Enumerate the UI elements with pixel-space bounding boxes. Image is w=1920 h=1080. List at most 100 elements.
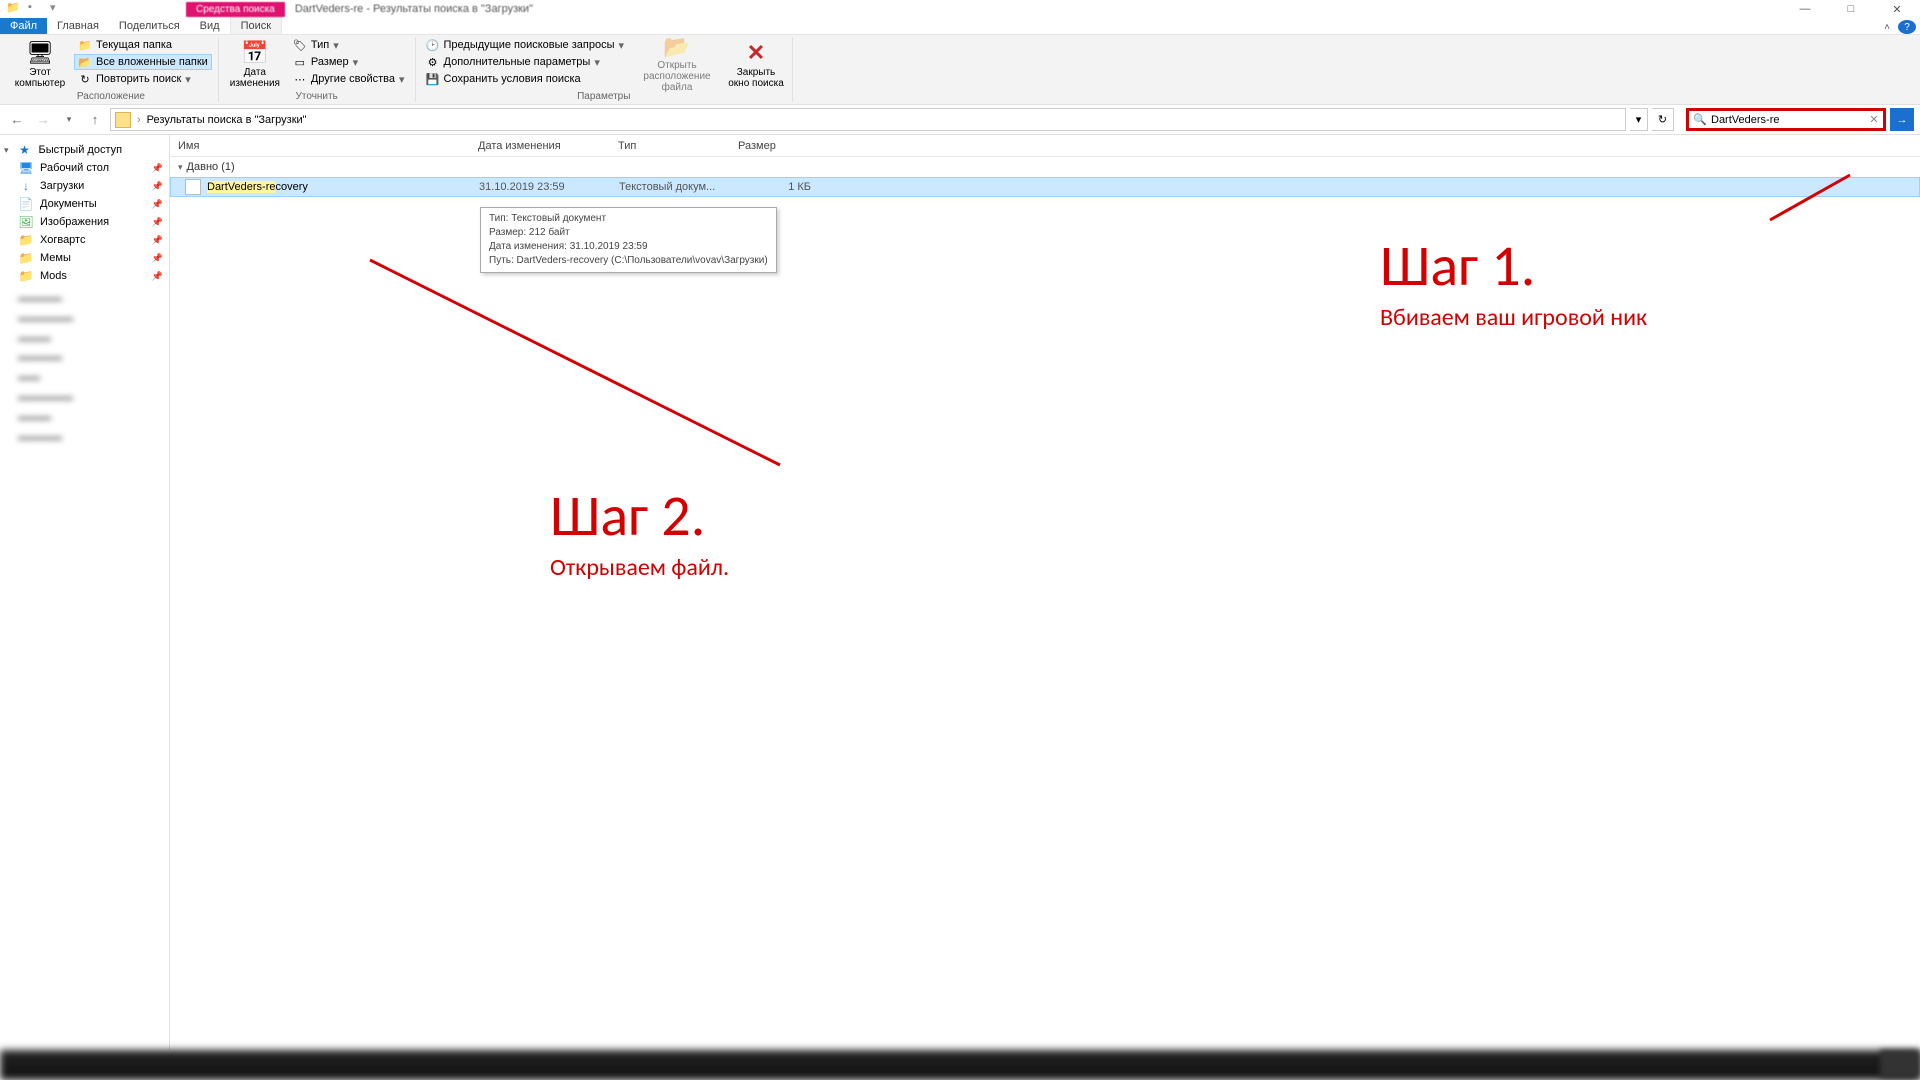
- recent-locations-button[interactable]: ▾: [58, 109, 80, 131]
- search-again-button[interactable]: ↻Повторить поиск ▾: [74, 71, 212, 87]
- close-search-button[interactable]: ✕ Закрыть окно поиска: [726, 37, 786, 91]
- sidebar-item[interactable]: 📁Mods📌: [0, 267, 169, 285]
- size-icon: ▭: [293, 55, 307, 69]
- current-folder-button[interactable]: 📁Текущая папка: [74, 37, 212, 53]
- tab-file[interactable]: Файл: [0, 18, 47, 34]
- sidebar-quick-access[interactable]: ★ Быстрый доступ: [0, 141, 169, 159]
- save-search-button[interactable]: 💾Сохранить условия поиска: [422, 71, 629, 87]
- folder-icon: 🖼: [18, 215, 34, 229]
- folders-icon: 📂: [78, 55, 92, 69]
- refresh-icon: ↻: [78, 72, 92, 86]
- folder-icon: 📁: [18, 251, 34, 265]
- file-name: DartVeders-recovery: [207, 181, 479, 193]
- up-button[interactable]: ↑: [84, 109, 106, 131]
- minimize-button[interactable]: —: [1782, 0, 1828, 18]
- tag-icon: 🏷: [293, 38, 307, 52]
- pin-icon: 📌: [152, 217, 163, 228]
- close-button[interactable]: ✕: [1874, 0, 1920, 18]
- date-modified-button[interactable]: 📅 Дата изменения: [225, 37, 285, 91]
- file-size: 1 КБ: [739, 181, 819, 193]
- quick-access-toolbar: 📁 ▪ ▾: [0, 1, 66, 17]
- maximize-button[interactable]: □: [1828, 0, 1874, 18]
- column-headers: Имя Дата изменения Тип Размер: [170, 135, 1920, 157]
- pin-icon: 📌: [152, 253, 163, 264]
- pin-icon: 📌: [152, 181, 163, 192]
- main-content: ★ Быстрый доступ 🖥Рабочий стол📌↓Загрузки…: [0, 135, 1920, 1050]
- folder-icon: 📁: [18, 269, 34, 283]
- folder-icon: [115, 112, 131, 128]
- search-box: 🔍 ✕: [1686, 108, 1886, 131]
- forward-button[interactable]: →: [32, 109, 54, 131]
- ribbon-collapse-icon[interactable]: ˄: [1878, 20, 1896, 34]
- advanced-options-button[interactable]: ⚙Дополнительные параметры ▾: [422, 54, 629, 70]
- refresh-button[interactable]: ↻: [1652, 108, 1674, 131]
- col-name[interactable]: Имя: [170, 140, 470, 152]
- back-button[interactable]: ←: [6, 109, 28, 131]
- file-date: 31.10.2019 23:59: [479, 181, 619, 193]
- file-list-area: Имя Дата изменения Тип Размер Давно (1) …: [170, 135, 1920, 1050]
- calendar-icon: 📅: [239, 39, 271, 67]
- window-title: DartVeders-re - Результаты поиска в "Заг…: [295, 3, 533, 15]
- tab-share[interactable]: Поделиться: [109, 18, 190, 34]
- file-row[interactable]: DartVeders-recovery 31.10.2019 23:59 Тек…: [170, 177, 1920, 197]
- folder-icon: 📄: [18, 197, 34, 211]
- sidebar-item[interactable]: ↓Загрузки📌: [0, 177, 169, 195]
- type-filter-button[interactable]: 🏷Тип ▾: [289, 37, 409, 53]
- sidebar-item[interactable]: 📁Мемы📌: [0, 249, 169, 267]
- col-type[interactable]: Тип: [610, 140, 730, 152]
- sidebar-item[interactable]: 🖥Рабочий стол📌: [0, 159, 169, 177]
- folder-icon: ↓: [18, 179, 34, 193]
- pin-icon: 📌: [152, 163, 163, 174]
- pin-icon: 📌: [152, 199, 163, 210]
- folder-icon: 📁: [18, 233, 34, 247]
- group-label-options: Параметры: [422, 91, 787, 103]
- previous-searches-button[interactable]: 🕑Предыдущие поисковые запросы ▾: [422, 37, 629, 53]
- history-icon: 🕑: [426, 38, 440, 52]
- breadcrumb[interactable]: Результаты поиска в "Загрузки": [147, 114, 307, 126]
- help-icon[interactable]: ?: [1898, 20, 1916, 34]
- sidebar-item[interactable]: 🖼Изображения📌: [0, 213, 169, 231]
- search-icon: 🔍: [1689, 113, 1711, 126]
- gear-icon: ⚙: [426, 55, 440, 69]
- group-header[interactable]: Давно (1): [170, 157, 1920, 177]
- other-props-button[interactable]: ⋯Другие свойства ▾: [289, 71, 409, 87]
- folder-icon: 📁: [78, 38, 92, 52]
- chevron-right-icon: ›: [137, 114, 141, 126]
- text-file-icon: [185, 179, 201, 195]
- ribbon-help: ˄ ?: [1878, 20, 1916, 34]
- size-filter-button[interactable]: ▭Размер ▾: [289, 54, 409, 70]
- group-label-location: Расположение: [10, 91, 212, 103]
- search-input[interactable]: [1711, 111, 1865, 128]
- sidebar-blurred-items: ▬▬▬▬▬▬▬▬▬▬▬▬▬▬▬▬▬▬▬▬▬▬▬▬▬▬▬▬▬▬: [0, 285, 169, 451]
- contextual-tab-label: Средства поиска: [186, 2, 285, 17]
- pin-icon: 📌: [152, 235, 163, 246]
- sidebar-item[interactable]: 📁Хогвартс📌: [0, 231, 169, 249]
- all-subfolders-button[interactable]: 📂Все вложенные папки: [74, 54, 212, 70]
- address-history-button[interactable]: ▾: [1630, 108, 1648, 131]
- address-bar-row: ← → ▾ ↑ › Результаты поиска в "Загрузки"…: [0, 105, 1920, 135]
- col-size[interactable]: Размер: [730, 140, 810, 152]
- group-label-refine: Уточнить: [225, 91, 409, 103]
- taskbar-tray[interactable]: [1880, 1050, 1920, 1078]
- star-icon: ★: [17, 143, 33, 157]
- tab-view[interactable]: Вид: [190, 18, 230, 34]
- ribbon-tabs: Файл Главная Поделиться Вид Поиск: [0, 18, 1920, 35]
- file-tooltip: Тип: Текстовый документ Размер: 212 байт…: [480, 207, 777, 273]
- col-date[interactable]: Дата изменения: [470, 140, 610, 152]
- qat-item[interactable]: ▾: [50, 1, 66, 17]
- search-go-button[interactable]: →: [1890, 108, 1914, 131]
- tab-home[interactable]: Главная: [47, 18, 109, 34]
- qat-item[interactable]: ▪: [28, 1, 44, 17]
- file-type: Текстовый докум...: [619, 181, 739, 193]
- this-pc-button[interactable]: 🖥 Этот компьютер: [10, 37, 70, 91]
- sidebar-item[interactable]: 📄Документы📌: [0, 195, 169, 213]
- taskbar[interactable]: [0, 1050, 1920, 1080]
- navigation-pane: ★ Быстрый доступ 🖥Рабочий стол📌↓Загрузки…: [0, 135, 170, 1050]
- close-x-icon: ✕: [740, 39, 772, 67]
- address-bar[interactable]: › Результаты поиска в "Загрузки": [110, 108, 1626, 131]
- explorer-icon: 📁: [6, 1, 22, 17]
- pc-icon: 🖥: [24, 39, 56, 67]
- tab-search[interactable]: Поиск: [230, 17, 282, 34]
- clear-search-button[interactable]: ✕: [1865, 113, 1883, 126]
- title-bar: 📁 ▪ ▾ Средства поиска DartVeders-re - Ре…: [0, 0, 1920, 18]
